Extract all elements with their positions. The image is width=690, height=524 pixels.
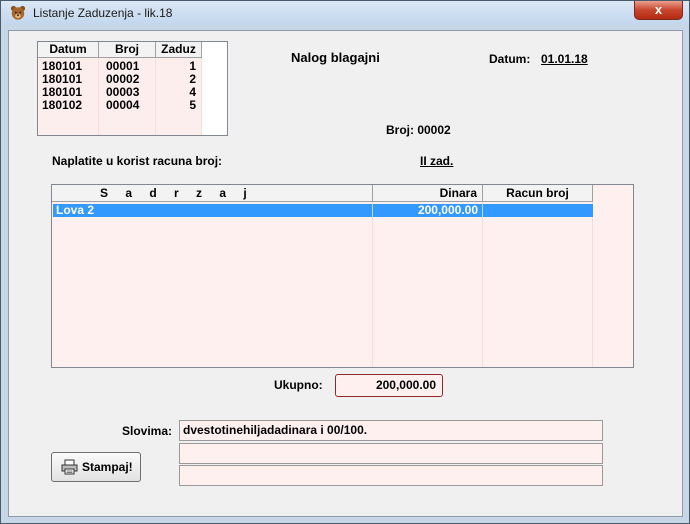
slovima-field-3[interactable] (179, 465, 603, 486)
column-header-dinara[interactable]: Dinara (373, 185, 483, 202)
total-field[interactable]: 200,000.00 (335, 374, 443, 397)
slovima-field-1[interactable]: dvestotinehiljadadinara i 00/100. (179, 420, 603, 441)
account-value: II zad. (420, 154, 454, 168)
col-bg (373, 202, 483, 367)
teddy-bear-icon (10, 5, 26, 20)
column-header-zaduz[interactable]: Zaduz (156, 42, 202, 58)
slovima-label: Slovima: (122, 424, 173, 438)
column-header-sadrzaj[interactable]: S a d r z a j (52, 185, 373, 202)
cell-zaduz: 5 (189, 98, 196, 112)
column-header-racun[interactable]: Racun broj (483, 185, 593, 202)
cell-separator (482, 204, 483, 217)
sadrzaj-list[interactable]: S a d r z a j Dinara Racun broj Lova 2 2… (51, 184, 634, 368)
table-row[interactable]: Lova 2 200,000.00 (53, 204, 593, 217)
printer-icon (61, 459, 78, 475)
slovima-text-1: dvestotinehiljadadinara i 00/100. (183, 423, 368, 437)
ukupno-label: Ukupno: (274, 378, 323, 392)
cell-datum: 180102 (42, 98, 83, 112)
zaduzenja-list[interactable]: Datum Broj Zaduz 180101 00001 1 180101 0… (37, 41, 228, 136)
datum-label: Datum: (489, 52, 531, 66)
total-value: 200,000.00 (375, 378, 436, 392)
cell-sadrzaj: Lova 2 (56, 203, 95, 217)
col-bg (52, 202, 373, 367)
col-bg (483, 202, 593, 367)
broj-label: Broj: 00002 (386, 123, 451, 137)
cell-dinara: 200,000.00 (417, 203, 478, 217)
print-button[interactable]: Stampaj! (51, 452, 141, 482)
nalog-title: Nalog blagajni (291, 50, 380, 65)
cell-broj: 00004 (106, 98, 140, 112)
datum-value: 01.01.18 (541, 52, 588, 66)
window-title: Listanje Zaduzenja - lik.18 (33, 6, 173, 20)
close-icon: x (654, 2, 663, 17)
close-button[interactable]: x (634, 1, 683, 20)
title-bar[interactable]: Listanje Zaduzenja - lik.18 x (1, 1, 689, 25)
slovima-field-2[interactable] (179, 443, 603, 464)
naplatite-label: Naplatite u korist racuna broj: (52, 154, 223, 168)
app-window: Listanje Zaduzenja - lik.18 x Datum Broj… (0, 0, 690, 524)
cell-separator (372, 204, 373, 217)
column-header-datum[interactable]: Datum (38, 42, 99, 58)
print-button-label: Stampaj! (82, 460, 133, 474)
form-area: Datum Broj Zaduz 180101 00001 1 180101 0… (8, 30, 683, 517)
column-header-broj[interactable]: Broj (99, 42, 156, 58)
